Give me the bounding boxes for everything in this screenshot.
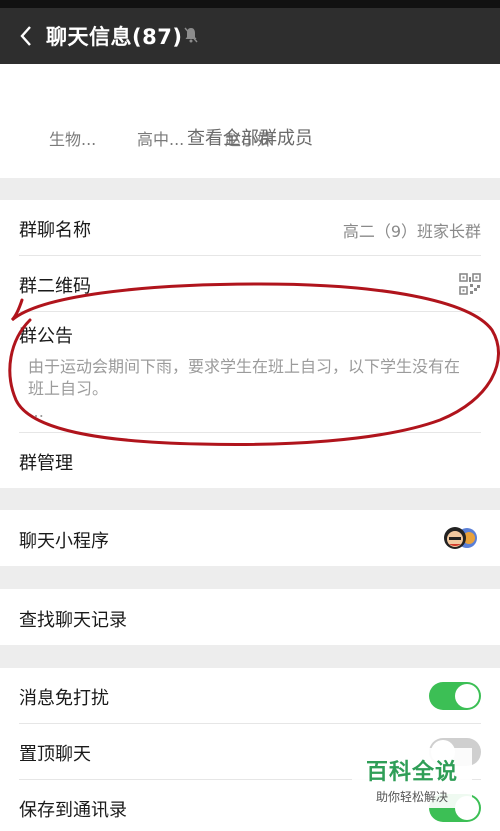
save-contacts-label: 保存到通讯录 bbox=[19, 800, 127, 821]
mini-program-icon bbox=[444, 527, 477, 549]
group-manage-label: 群管理 bbox=[19, 453, 73, 474]
watermark-logo: 百科全说 助你轻松解决 bbox=[352, 748, 472, 808]
group-name-value: 高二（9）班家长群 bbox=[342, 222, 481, 241]
watermark-brand: 百科全说 bbox=[365, 760, 458, 785]
members-section: 生物... 高中... 赵小妹 查看全部群成员 bbox=[0, 64, 500, 178]
group-notice-label: 群公告 bbox=[19, 326, 73, 347]
group-qr-row[interactable]: 群二维码 bbox=[0, 256, 500, 311]
page-title: 聊天信息(87) bbox=[46, 25, 183, 49]
status-bar bbox=[0, 0, 500, 8]
watermark-slogan: 助你轻松解决 bbox=[375, 790, 448, 804]
group-name-label: 群聊名称 bbox=[19, 220, 91, 241]
view-all-members-link[interactable]: 查看全部群成员 bbox=[0, 124, 500, 150]
pin-label: 置顶聊天 bbox=[19, 744, 91, 765]
bell-muted-icon bbox=[184, 27, 198, 43]
chevron-left-icon bbox=[20, 26, 31, 46]
mute-label: 消息免打扰 bbox=[19, 688, 109, 709]
group-notice-row[interactable]: 群公告 由于运动会期间下雨，要求学生在班上自习，以下学生没有在班上自习。 … bbox=[0, 312, 500, 432]
group-qr-label: 群二维码 bbox=[19, 276, 91, 297]
qr-code-icon bbox=[459, 273, 481, 295]
mini-program-avatars bbox=[443, 526, 481, 550]
mini-programs-label: 聊天小程序 bbox=[19, 531, 109, 552]
mini-programs-row[interactable]: 聊天小程序 bbox=[0, 510, 500, 566]
group-info-card: 群聊名称 高二（9）班家长群 群二维码 群公告 由于运动会期间下雨，要求学生在班… bbox=[0, 200, 500, 488]
group-notice-more: … bbox=[28, 402, 44, 421]
group-manage-row[interactable]: 群管理 bbox=[0, 433, 500, 488]
group-name-row[interactable]: 群聊名称 高二（9）班家长群 bbox=[0, 200, 500, 255]
top-navigation-bar: 聊天信息(87) bbox=[0, 8, 500, 64]
search-history-label: 查找聊天记录 bbox=[19, 610, 127, 631]
toggle-knob bbox=[455, 684, 479, 708]
group-notice-text: 由于运动会期间下雨，要求学生在班上自习，以下学生没有在班上自习。 bbox=[28, 357, 461, 398]
back-button[interactable] bbox=[8, 16, 44, 56]
mute-toggle[interactable] bbox=[429, 682, 481, 710]
mute-row: 消息免打扰 bbox=[0, 668, 500, 723]
search-history-row[interactable]: 查找聊天记录 bbox=[0, 589, 500, 645]
